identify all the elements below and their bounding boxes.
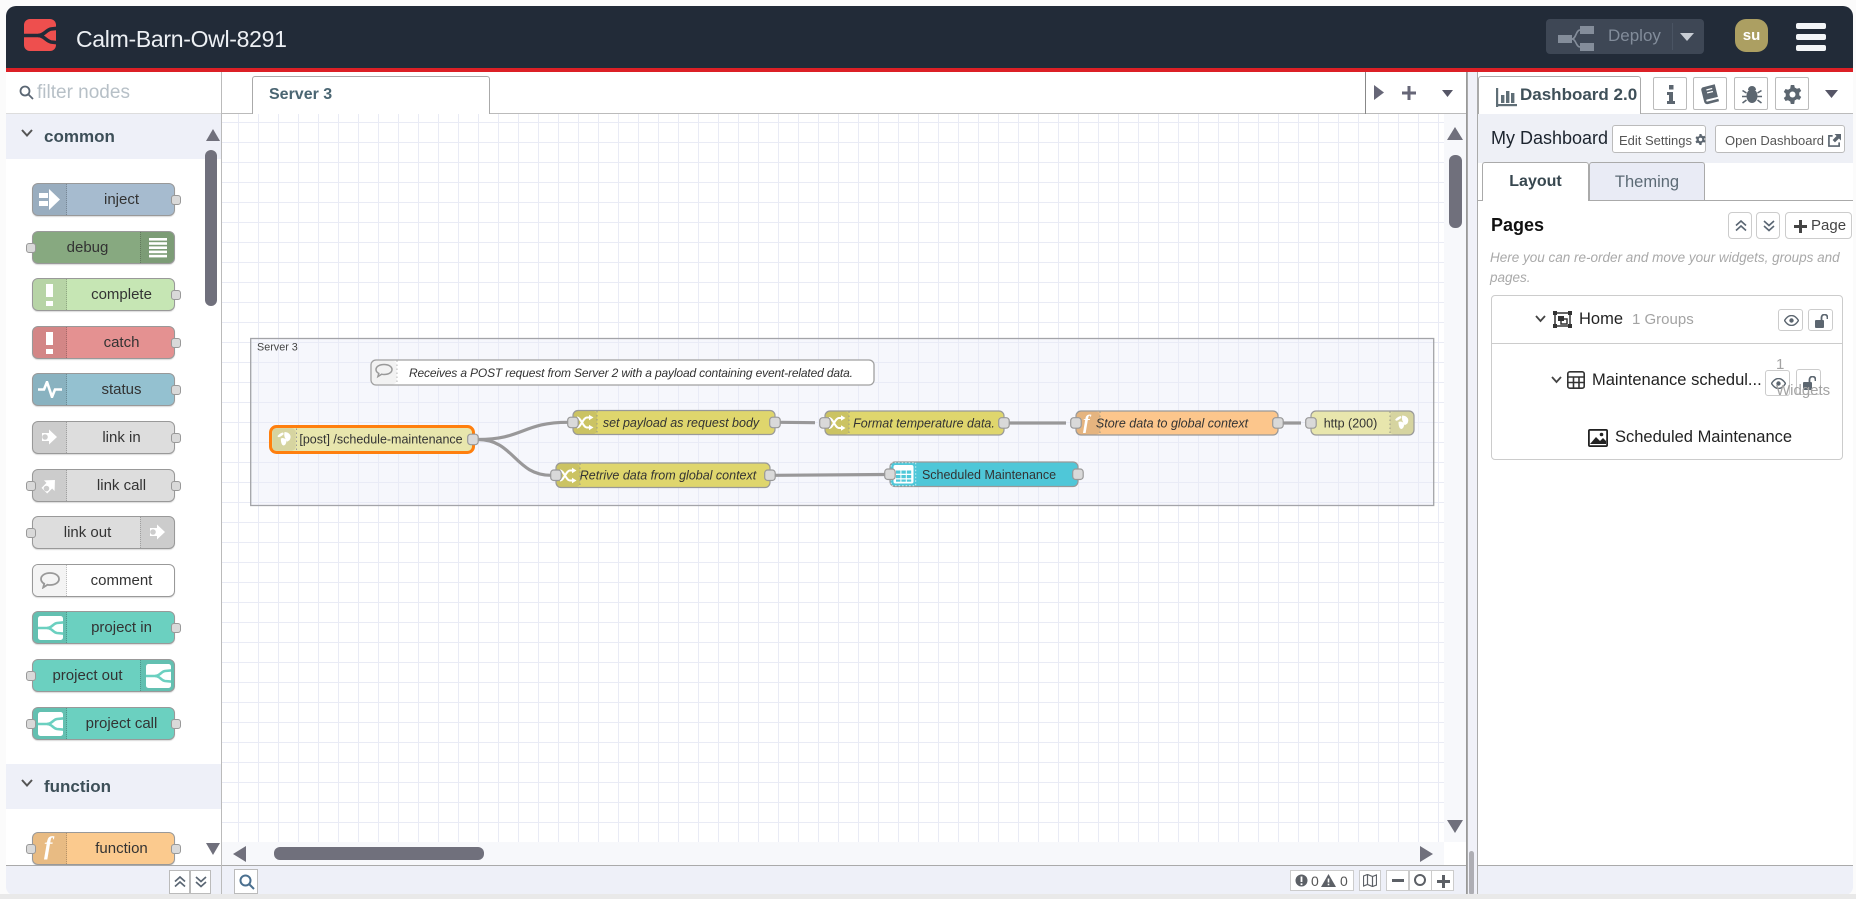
svg-text:http (200): http (200)	[1324, 416, 1378, 430]
svg-text:set payload as request body: set payload as request body	[603, 416, 760, 430]
svg-text:Scheduled Maintenance: Scheduled Maintenance	[922, 468, 1056, 482]
svg-text:Store data to global context: Store data to global context	[1096, 416, 1249, 430]
svg-text:Server 3: Server 3	[257, 342, 298, 354]
svg-text:Format temperature data.: Format temperature data.	[853, 416, 995, 430]
svg-text:Retrive data from global conte: Retrive data from global context	[580, 469, 757, 483]
svg-text:[post] /schedule-maintenance: [post] /schedule-maintenance	[299, 433, 462, 447]
svg-text:Receives a POST request from S: Receives a POST request from Server 2 wi…	[409, 366, 853, 380]
